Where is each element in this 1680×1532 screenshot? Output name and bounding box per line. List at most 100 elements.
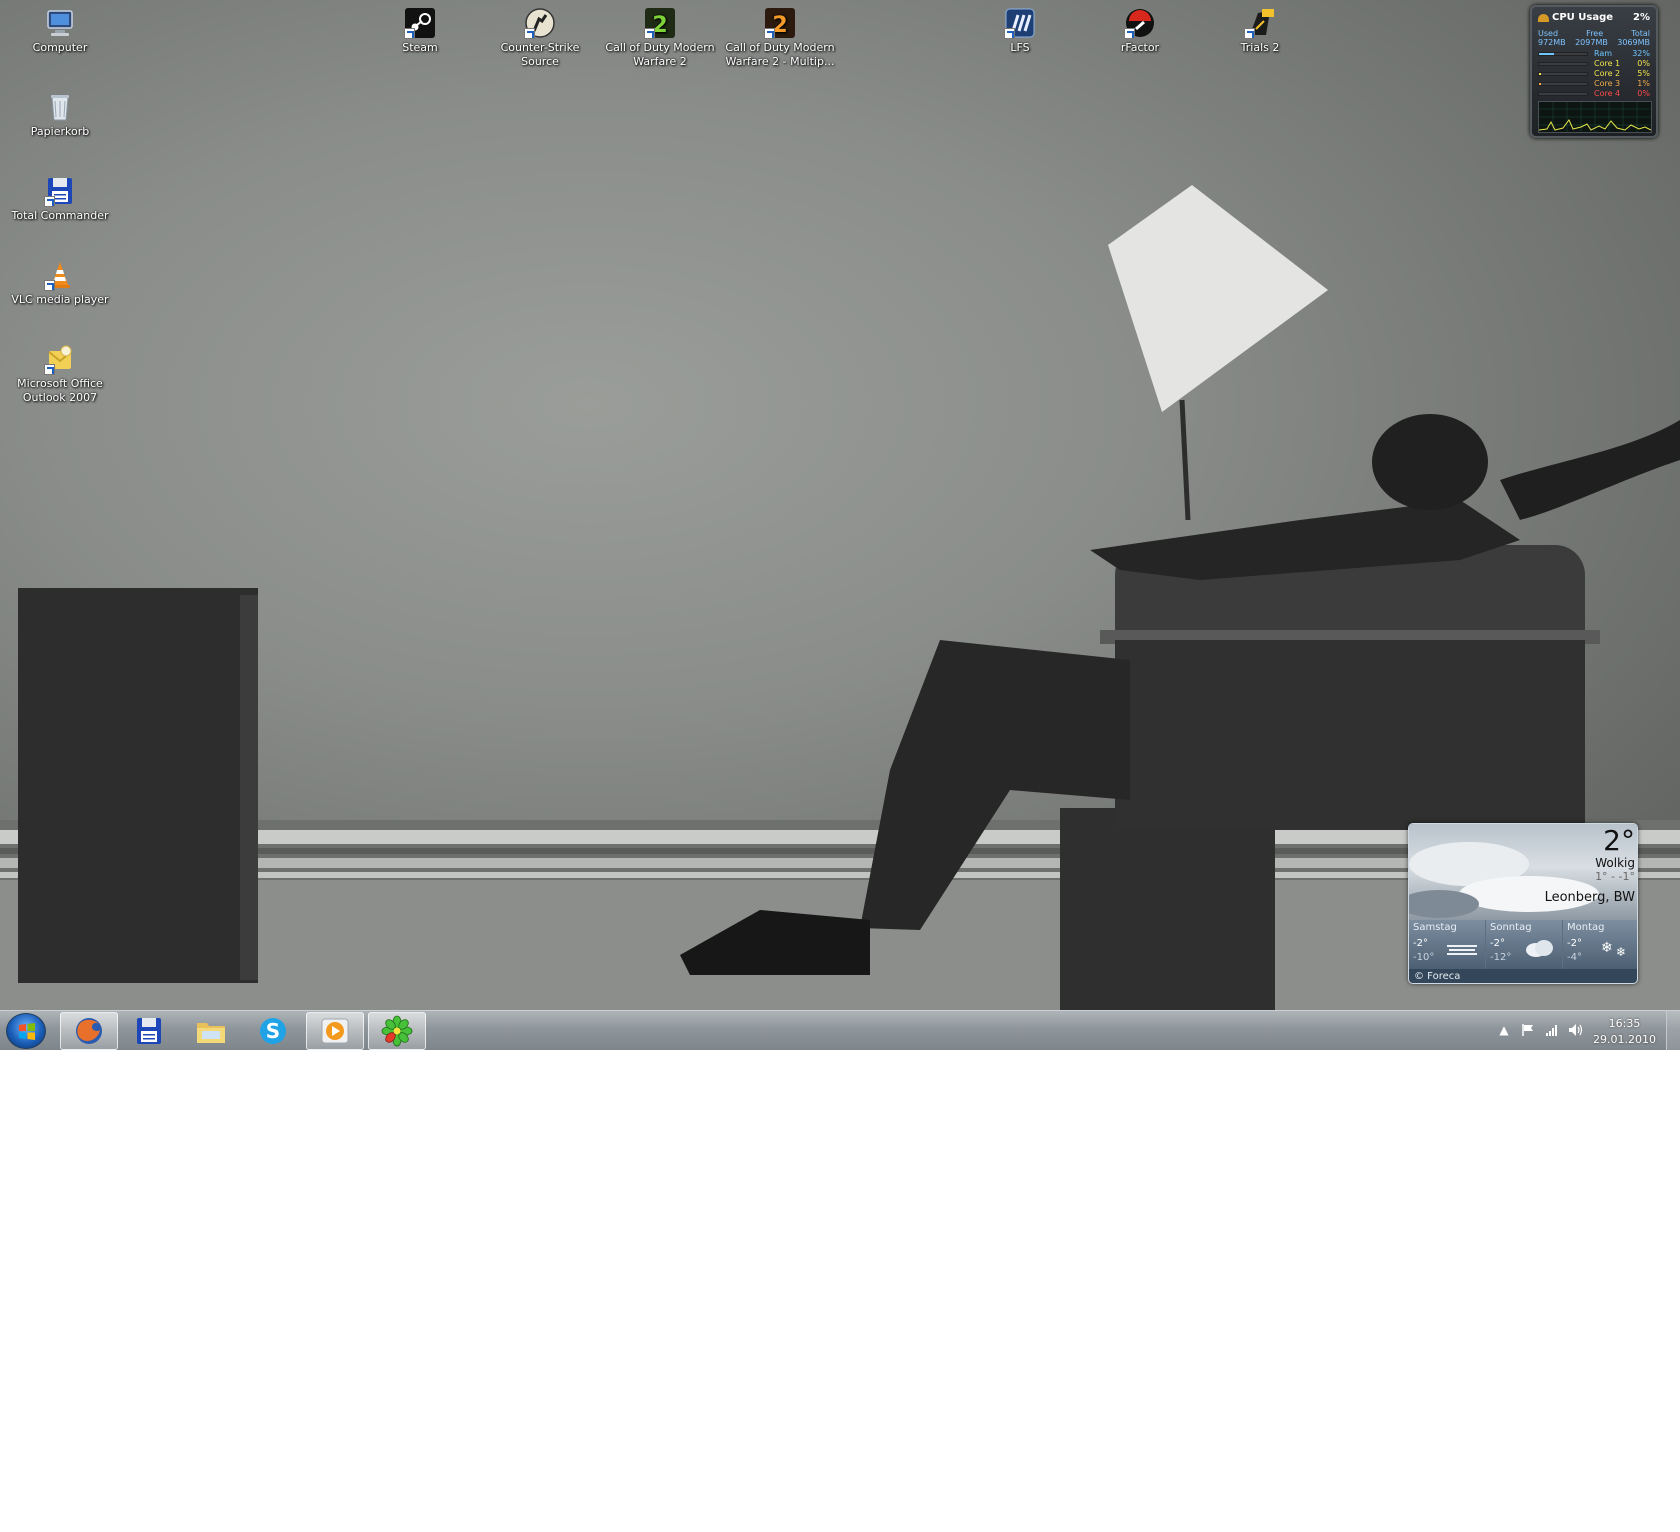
usage-bar [1538,62,1588,66]
usage-bar-fill [1539,53,1555,55]
forecast-day-name: Samstag [1413,922,1457,933]
show-hidden-icons-icon[interactable]: ▲ [1496,1023,1512,1039]
mem-header-free: Free [1586,29,1604,38]
usage-row-core-1: Core 1 0% [1538,59,1650,68]
shortcut-arrow-icon [1004,28,1015,39]
desktop-icon-cod-mw2[interactable]: 2 Call of Duty Modern Warfare 2 [604,7,716,69]
forecast-high: -2° [1490,938,1505,949]
cpu-usage-gadget[interactable]: CPU Usage 2% Used Free Total 972MB 2097M… [1530,5,1658,138]
desktop-icon-recycle-bin[interactable]: Papierkorb [4,91,116,139]
weather-source[interactable]: © Foreca [1409,969,1637,983]
weather-temperature: 2° [1603,824,1635,857]
media-player-icon [321,1018,349,1044]
action-center-flag-icon[interactable] [1520,1023,1536,1039]
forecast-high: -2° [1413,938,1428,949]
taskbar-item-icq[interactable] [368,1012,426,1050]
firefox-icon [76,1018,102,1044]
forecast-day: Montag -2° -4° ❄ ❄ [1563,920,1637,969]
desktop-icon-label: LFS [1010,41,1030,54]
desktop-icon-vlc[interactable]: VLC media player [4,259,116,307]
desktop-icon-label: Call of Duty Modern Warfare 2 - Multip..… [725,41,835,68]
svg-text:❄: ❄ [1601,940,1613,956]
svg-text:❄: ❄ [1616,945,1626,959]
usage-bar-fill [1539,83,1541,85]
taskbar-item-skype[interactable]: S [244,1012,302,1050]
computer-icon [44,7,76,39]
clock-date: 29.01.2010 [1593,1033,1656,1046]
desktop-icon-steam[interactable]: Steam [364,7,476,55]
usage-row-value: 0% [1637,59,1650,68]
desktop-icon-rfactor[interactable]: rFactor [1084,7,1196,55]
cpu-gadget-header: CPU Usage 2% [1538,12,1650,26]
floppy-disk-icon [44,175,76,207]
desktop-icon-lfs[interactable]: LFS [964,7,1076,55]
shortcut-arrow-icon [1124,28,1135,39]
desktop-icon-total-commander[interactable]: Total Commander [4,175,116,223]
shortcut-arrow-icon [644,28,655,39]
cpu-history-graph-drawing [1538,102,1652,132]
usage-bar [1538,92,1588,96]
cod-mw2-mp-icon: 2 [764,7,796,39]
clock-time: 16:35 [1608,1017,1641,1030]
usage-bar [1538,82,1588,86]
network-icon[interactable] [1544,1023,1560,1039]
snow-icon: ❄ ❄ [1601,940,1626,959]
steam-icon [404,7,436,39]
desktop-icon-counter-strike[interactable]: Counter-Strike Source [484,7,596,69]
desktop-icon-outlook[interactable]: Microsoft Office Outlook 2007 [4,343,116,405]
desktop-icon-label: rFactor [1120,41,1160,54]
forecast-day-name: Montag [1567,922,1605,933]
recycle-bin-icon [44,91,76,123]
usage-bar [1538,52,1588,56]
weather-range: 1° - -1° [1595,870,1635,883]
desktop-icon-label: Steam [402,41,438,54]
desktop-icon-label: Call of Duty Modern Warfare 2 [605,41,715,68]
windows-logo-icon [19,1023,35,1040]
desktop-icon-cod-mw2-multiplayer[interactable]: 2 Call of Duty Modern Warfare 2 - Multip… [724,7,836,69]
desktop-icon-label: Computer [32,41,88,54]
memory-header-row: Used Free Total [1538,29,1650,38]
start-button[interactable] [6,1013,46,1049]
shortcut-arrow-icon [1244,28,1255,39]
lfs-icon [1004,7,1036,39]
weather-gadget[interactable]: 2° Wolkig 1° - -1° Leonberg, BW Samstag … [1408,823,1638,984]
mem-used-value: 972MB [1538,38,1566,47]
shortcut-arrow-icon [44,280,55,291]
usage-row-value: 5% [1637,69,1650,78]
usage-row-value: 1% [1637,79,1650,88]
usage-row-ram: Ram 32% [1538,49,1650,58]
usage-bar-fill [1539,73,1542,75]
gauge-icon [1538,14,1549,22]
mem-header-total: Total [1631,29,1650,38]
usage-row-name: Core 4 [1594,89,1621,98]
taskbar-clock[interactable]: 16:35 29.01.2010 [1593,1016,1656,1048]
volume-icon[interactable] [1568,1023,1584,1039]
desktop-icon-label: VLC media player [11,293,109,306]
taskbar-item-explorer[interactable] [182,1012,240,1050]
memory-value-row: 972MB 2097MB 3069MB [1538,38,1650,47]
desktop-icon-label: Total Commander [11,209,109,222]
counter-strike-icon [524,7,556,39]
folder-icon [197,1023,225,1043]
mem-free-value: 2097MB [1575,38,1608,47]
show-desktop-button[interactable] [1666,1011,1680,1050]
desktop-icon-label: Papierkorb [30,125,90,138]
forecast-day: Samstag -2° -10° [1409,920,1486,969]
weather-condition: Wolkig [1595,856,1635,870]
usage-row-name: Ram [1594,49,1613,58]
skype-icon: S [260,1018,286,1044]
cpu-history-graph [1538,101,1652,133]
shortcut-arrow-icon [44,196,55,207]
desktop-icon-trials[interactable]: Trials 2 [1204,7,1316,55]
forecast-low: -10° [1413,952,1435,963]
taskbar: S ▲ 16:35 29.01.2010 [0,1010,1680,1050]
weather-location: Leonberg, BW [1544,890,1635,905]
taskbar-item-total-commander[interactable] [120,1012,178,1050]
traffic-cone-icon [44,259,76,291]
usage-row-core-4: Core 4 0% [1538,89,1650,98]
taskbar-item-firefox[interactable] [60,1012,118,1050]
desktop-icon-computer[interactable]: Computer [4,7,116,55]
usage-row-value: 32% [1632,49,1650,58]
taskbar-item-media-player[interactable] [306,1012,364,1050]
fog-icon [1447,945,1477,955]
